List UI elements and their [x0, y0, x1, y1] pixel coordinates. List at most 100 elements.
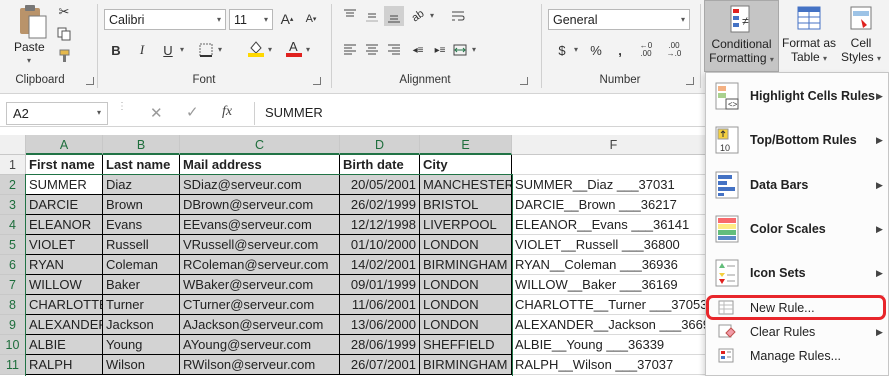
increase-font-icon[interactable]: A ▴: [277, 9, 297, 29]
conditional-formatting-button[interactable]: ≠ Conditional Formatting ▾: [704, 0, 779, 72]
number-format-select[interactable]: General ▾: [548, 9, 690, 30]
cell-a[interactable]: DARCIE: [26, 195, 103, 215]
comma-style-button[interactable]: ,: [610, 40, 630, 60]
cell-d[interactable]: 11/06/2001: [340, 295, 420, 315]
bold-button[interactable]: B: [106, 40, 126, 60]
cell-c[interactable]: CTurner@serveur.com: [180, 295, 340, 315]
font-size-select[interactable]: 11 ▾: [229, 9, 273, 30]
align-bottom-icon[interactable]: [384, 6, 404, 26]
cell-a[interactable]: CHARLOTTE: [26, 295, 103, 315]
menu-item-manage-rules[interactable]: Manage Rules...: [706, 345, 888, 367]
underline-button[interactable]: U: [158, 40, 178, 60]
row-header[interactable]: 2: [0, 175, 26, 195]
column-header-a[interactable]: A: [26, 135, 103, 155]
increase-indent-icon[interactable]: ▸≡: [430, 40, 450, 60]
borders-icon[interactable]: [196, 40, 216, 60]
cell-d[interactable]: 14/02/2001: [340, 255, 420, 275]
decrease-font-icon[interactable]: A ▾: [301, 9, 321, 29]
number-launcher-icon[interactable]: [686, 77, 694, 85]
cell-d[interactable]: 13/06/2000: [340, 315, 420, 335]
cell-a[interactable]: RYAN: [26, 255, 103, 275]
column-header-c[interactable]: C: [180, 135, 340, 155]
formula-input[interactable]: SUMMER: [254, 102, 704, 125]
cell-c[interactable]: DBrown@serveur.com: [180, 195, 340, 215]
row-header[interactable]: 6: [0, 255, 26, 275]
cell-a[interactable]: VIOLET: [26, 235, 103, 255]
fill-color-icon[interactable]: [246, 38, 266, 58]
increase-decimal-icon[interactable]: ←0.00: [636, 40, 656, 60]
cell-b[interactable]: Diaz: [103, 175, 180, 195]
cell-e[interactable]: SHEFFIELD: [420, 335, 512, 355]
cell-e[interactable]: LONDON: [420, 315, 512, 335]
cell[interactable]: [512, 155, 716, 175]
cell-d[interactable]: 20/05/2001: [340, 175, 420, 195]
cell-e[interactable]: BIRMINGHAM: [420, 255, 512, 275]
cell-b[interactable]: Wilson: [103, 355, 180, 375]
cell-f[interactable]: WILLOW__Baker ___36169: [512, 275, 716, 295]
decrease-indent-icon[interactable]: ◂≡: [408, 40, 428, 60]
format-as-table-button[interactable]: Format as Table ▾: [780, 0, 838, 72]
header-cell-first-name[interactable]: First name: [26, 155, 103, 175]
align-left-icon[interactable]: [340, 40, 360, 60]
italic-button[interactable]: I: [132, 40, 152, 60]
cell-b[interactable]: Coleman: [103, 255, 180, 275]
align-middle-icon[interactable]: [362, 6, 382, 26]
cell-f[interactable]: ALBIE__Young ___36339: [512, 335, 716, 355]
font-color-icon[interactable]: A: [284, 38, 304, 58]
cell-a[interactable]: ALBIE: [26, 335, 103, 355]
orientation-icon[interactable]: ab: [404, 2, 432, 30]
cell-a[interactable]: SUMMER: [26, 175, 103, 195]
cell-e[interactable]: MANCHESTER: [420, 175, 512, 195]
cell-d[interactable]: 01/10/2000: [340, 235, 420, 255]
decrease-decimal-icon[interactable]: .00 →.0: [664, 40, 684, 60]
cell-e[interactable]: LIVERPOOL: [420, 215, 512, 235]
cell-c[interactable]: AJackson@serveur.com: [180, 315, 340, 335]
cell-d[interactable]: 26/02/1999: [340, 195, 420, 215]
cell-a[interactable]: WILLOW: [26, 275, 103, 295]
cell-e[interactable]: LONDON: [420, 295, 512, 315]
header-cell-city[interactable]: City: [420, 155, 512, 175]
cell-b[interactable]: Young: [103, 335, 180, 355]
cell-a[interactable]: ELEANOR: [26, 215, 103, 235]
cell-a[interactable]: RALPH: [26, 355, 103, 375]
cell-c[interactable]: RColeman@serveur.com: [180, 255, 340, 275]
header-cell-mail[interactable]: Mail address: [180, 155, 340, 175]
align-center-icon[interactable]: [362, 40, 382, 60]
font-launcher-icon[interactable]: [313, 77, 321, 85]
cell-c[interactable]: VRussell@serveur.com: [180, 235, 340, 255]
cell-f[interactable]: ALEXANDER__Jackson ___36690: [512, 315, 717, 335]
align-top-icon[interactable]: [340, 6, 360, 26]
cell-f[interactable]: SUMMER__Diaz ___37031: [512, 175, 716, 195]
menu-item-data-bars[interactable]: Data Bars ▶: [706, 164, 888, 206]
cell-c[interactable]: SDiaz@serveur.com: [180, 175, 340, 195]
cell-b[interactable]: Brown: [103, 195, 180, 215]
cell-f[interactable]: DARCIE__Brown ___36217: [512, 195, 716, 215]
header-cell-last-name[interactable]: Last name: [103, 155, 180, 175]
cell-e[interactable]: BIRMINGHAM: [420, 355, 512, 375]
row-header[interactable]: 1: [0, 155, 26, 175]
column-header-b[interactable]: B: [103, 135, 180, 155]
row-header[interactable]: 4: [0, 215, 26, 235]
cell-f[interactable]: ELEANOR__Evans ___36141: [512, 215, 716, 235]
insert-function-button[interactable]: fx: [222, 104, 232, 120]
row-header[interactable]: 5: [0, 235, 26, 255]
cell-f[interactable]: RYAN__Coleman ___36936: [512, 255, 716, 275]
formula-bar-grip[interactable]: ⋮: [117, 102, 127, 112]
row-header[interactable]: 8: [0, 295, 26, 315]
menu-item-top-bottom-rules[interactable]: 10 Top/Bottom Rules ▶: [706, 119, 888, 161]
cell-c[interactable]: EEvans@serveur.com: [180, 215, 340, 235]
wrap-text-icon[interactable]: [448, 6, 468, 26]
percent-button[interactable]: %: [586, 40, 606, 60]
merge-center-icon[interactable]: [450, 40, 470, 60]
alignment-launcher-icon[interactable]: [520, 77, 528, 85]
cell-c[interactable]: AYoung@serveur.com: [180, 335, 340, 355]
cell-d[interactable]: 09/01/1999: [340, 275, 420, 295]
clipboard-launcher-icon[interactable]: [86, 77, 94, 85]
format-painter-icon[interactable]: [54, 46, 74, 66]
align-right-icon[interactable]: [384, 40, 404, 60]
menu-item-highlight-cells-rules[interactable]: <> Highlight Cells Rules ▶: [706, 75, 888, 117]
enter-icon[interactable]: ✓: [186, 103, 199, 121]
font-name-select[interactable]: Calibri ▾: [104, 9, 226, 30]
copy-icon[interactable]: [54, 24, 74, 44]
cell-e[interactable]: LONDON: [420, 275, 512, 295]
